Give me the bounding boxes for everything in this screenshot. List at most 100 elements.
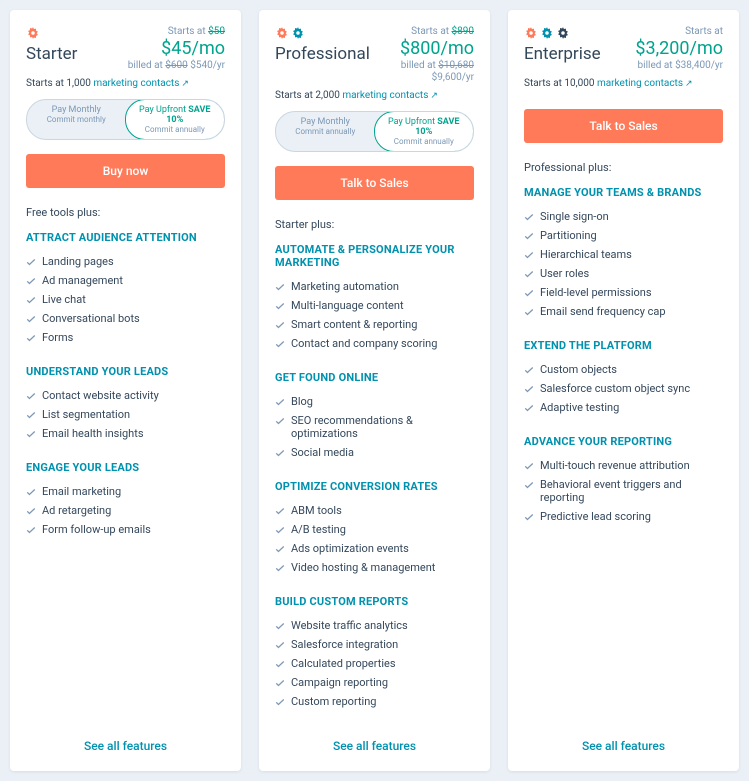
toggle-pay-upfront[interactable]: Pay Upfront SAVE 10%Commit annually [125,99,226,141]
feature-label: Custom reporting [291,695,376,708]
check-icon [26,410,36,420]
talk-to-sales-button[interactable]: Talk to Sales [524,109,723,143]
check-icon [275,282,285,292]
billing-toggle[interactable]: Pay MonthlyCommit monthlyPay Upfront SAV… [26,99,225,141]
feature-label: Social media [291,446,354,459]
sprocket-icon [524,26,538,40]
toggle-left-main: Pay Monthly [301,117,350,127]
price-strike: $50 [208,26,225,37]
feature-item: Partitioning [524,226,723,245]
feature-label: Email health insights [42,427,144,440]
feature-item: Hierarchical teams [524,245,723,264]
tier-plus-label: Starter plus: [275,218,474,231]
feature-label: SEO recommendations & optimizations [291,414,474,440]
check-icon [524,307,534,317]
toggle-right-sub: Commit annually [130,125,221,134]
marketing-contacts-link[interactable]: marketing contacts [597,78,683,89]
feature-label: Ads optimization events [291,542,409,555]
price: $3,200/mo [635,38,723,60]
check-icon [524,403,534,413]
feature-label: Calculated properties [291,657,396,670]
sprocket-icon [540,26,554,40]
pricing-card: EnterpriseStarts at$3,200/mobilled at $3… [508,10,739,771]
feature-item: User roles [524,264,723,283]
billed-value: $38,400/yr [675,60,723,71]
feature-label: Partitioning [540,229,597,242]
feature-item: SEO recommendations & optimizations [275,411,474,443]
check-icon [26,429,36,439]
feature-label: User roles [540,267,589,280]
check-icon [524,480,534,490]
check-icon [26,295,36,305]
check-icon [275,563,285,573]
feature-label: Ad retargeting [42,504,111,517]
toggle-pay-upfront[interactable]: Pay Upfront SAVE 10%Commit annually [374,111,475,153]
see-all-features-link[interactable]: See all features [26,729,225,753]
feature-label: Field-level permissions [540,286,652,299]
feature-item: Multi-touch revenue attribution [524,456,723,475]
feature-section: MANAGE YOUR TEAMS & BRANDS Single sign-on… [524,186,723,321]
billing-toggle[interactable]: Pay MonthlyCommit annuallyPay Upfront SA… [275,111,474,153]
check-icon [275,678,285,688]
feature-section-title: MANAGE YOUR TEAMS & BRANDS [524,186,723,199]
feature-section: ATTRACT AUDIENCE ATTENTION Landing pages A… [26,231,225,347]
toggle-right-main: Pay Upfront [139,105,186,115]
check-icon [26,506,36,516]
toggle-pay-monthly[interactable]: Pay MonthlyCommit annually [276,112,375,152]
toggle-pay-monthly[interactable]: Pay MonthlyCommit monthly [27,100,126,140]
talk-to-sales-button[interactable]: Talk to Sales [275,166,474,200]
sprocket-icon [275,26,289,40]
feature-label: Behavioral event triggers and reporting [540,478,723,504]
marketing-contacts-link[interactable]: marketing contacts [93,78,179,89]
feature-label: Landing pages [42,255,114,268]
check-icon [524,384,534,394]
buy-now-button[interactable]: Buy now [26,154,225,188]
pricing-card: StarterStarts at $50$45/mobilled at $600… [10,10,241,771]
marketing-contacts-link[interactable]: marketing contacts [342,90,428,101]
check-icon [275,397,285,407]
feature-label: Website traffic analytics [291,619,408,632]
feature-item: Ad management [26,271,225,290]
sprocket-icon [26,26,40,40]
see-all-features-link[interactable]: See all features [524,729,723,753]
check-icon [275,640,285,650]
feature-item: Ad retargeting [26,501,225,520]
see-all-features-link[interactable]: See all features [275,729,474,753]
feature-label: Email marketing [42,485,121,498]
check-icon [26,276,36,286]
feature-item: Blog [275,392,474,411]
feature-section: ENGAGE YOUR LEADSEmail marketingAd retar… [26,461,225,539]
billed-strike: $10,680 [438,60,474,71]
feature-item: Salesforce custom object sync [524,379,723,398]
feature-label: Multi-language content [291,299,404,312]
feature-item: Campaign reporting [275,673,474,692]
external-link-icon: ↗ [430,91,438,101]
contacts-prefix: Starts at 1,000 [26,78,91,89]
check-icon [524,461,534,471]
feature-item: Email marketing [26,482,225,501]
check-icon [524,365,534,375]
feature-item: Behavioral event triggers and reporting [524,475,723,507]
billed-value: $540/yr [190,60,225,71]
feature-label: Live chat [42,293,86,306]
check-icon [275,506,285,516]
feature-section: BUILD CUSTOM REPORTSWebsite traffic anal… [275,595,474,711]
check-icon [275,301,285,311]
feature-label: Campaign reporting [291,676,388,689]
feature-item: Custom objects [524,360,723,379]
toggle-right-main: Pay Upfront [388,117,435,127]
check-icon [275,659,285,669]
feature-label: Hierarchical teams [540,248,632,261]
price: $45/mo [128,38,225,60]
feature-item: Conversational bots [26,309,225,328]
feature-label: Predictive lead scoring [540,510,651,523]
feature-item: Single sign-on [524,207,723,226]
check-icon [524,231,534,241]
feature-item: Form follow-up emails [26,520,225,539]
feature-section-title: ATTRACT AUDIENCE ATTENTION [26,231,225,244]
feature-label: Smart content & reporting [291,318,417,331]
feature-item: Contact website activity [26,386,225,405]
feature-section: GET FOUND ONLINEBlogSEO recommendations … [275,371,474,462]
feature-section-title: ADVANCE YOUR REPORTING [524,435,723,448]
feature-item: Contact and company scoring [275,334,474,353]
